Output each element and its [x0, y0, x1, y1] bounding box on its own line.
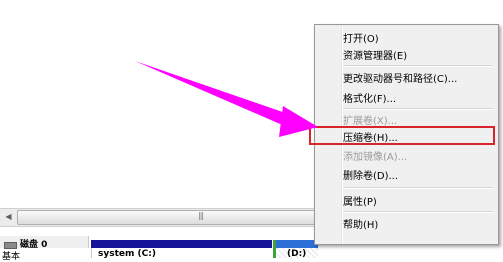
volume-d-label: (D:) — [287, 249, 307, 259]
volume-c-label: system (C:) — [98, 249, 156, 259]
disk-drive-icon — [4, 242, 17, 249]
pointer-arrow-icon — [135, 61, 318, 137]
disk-type: 基本 — [2, 252, 21, 262]
